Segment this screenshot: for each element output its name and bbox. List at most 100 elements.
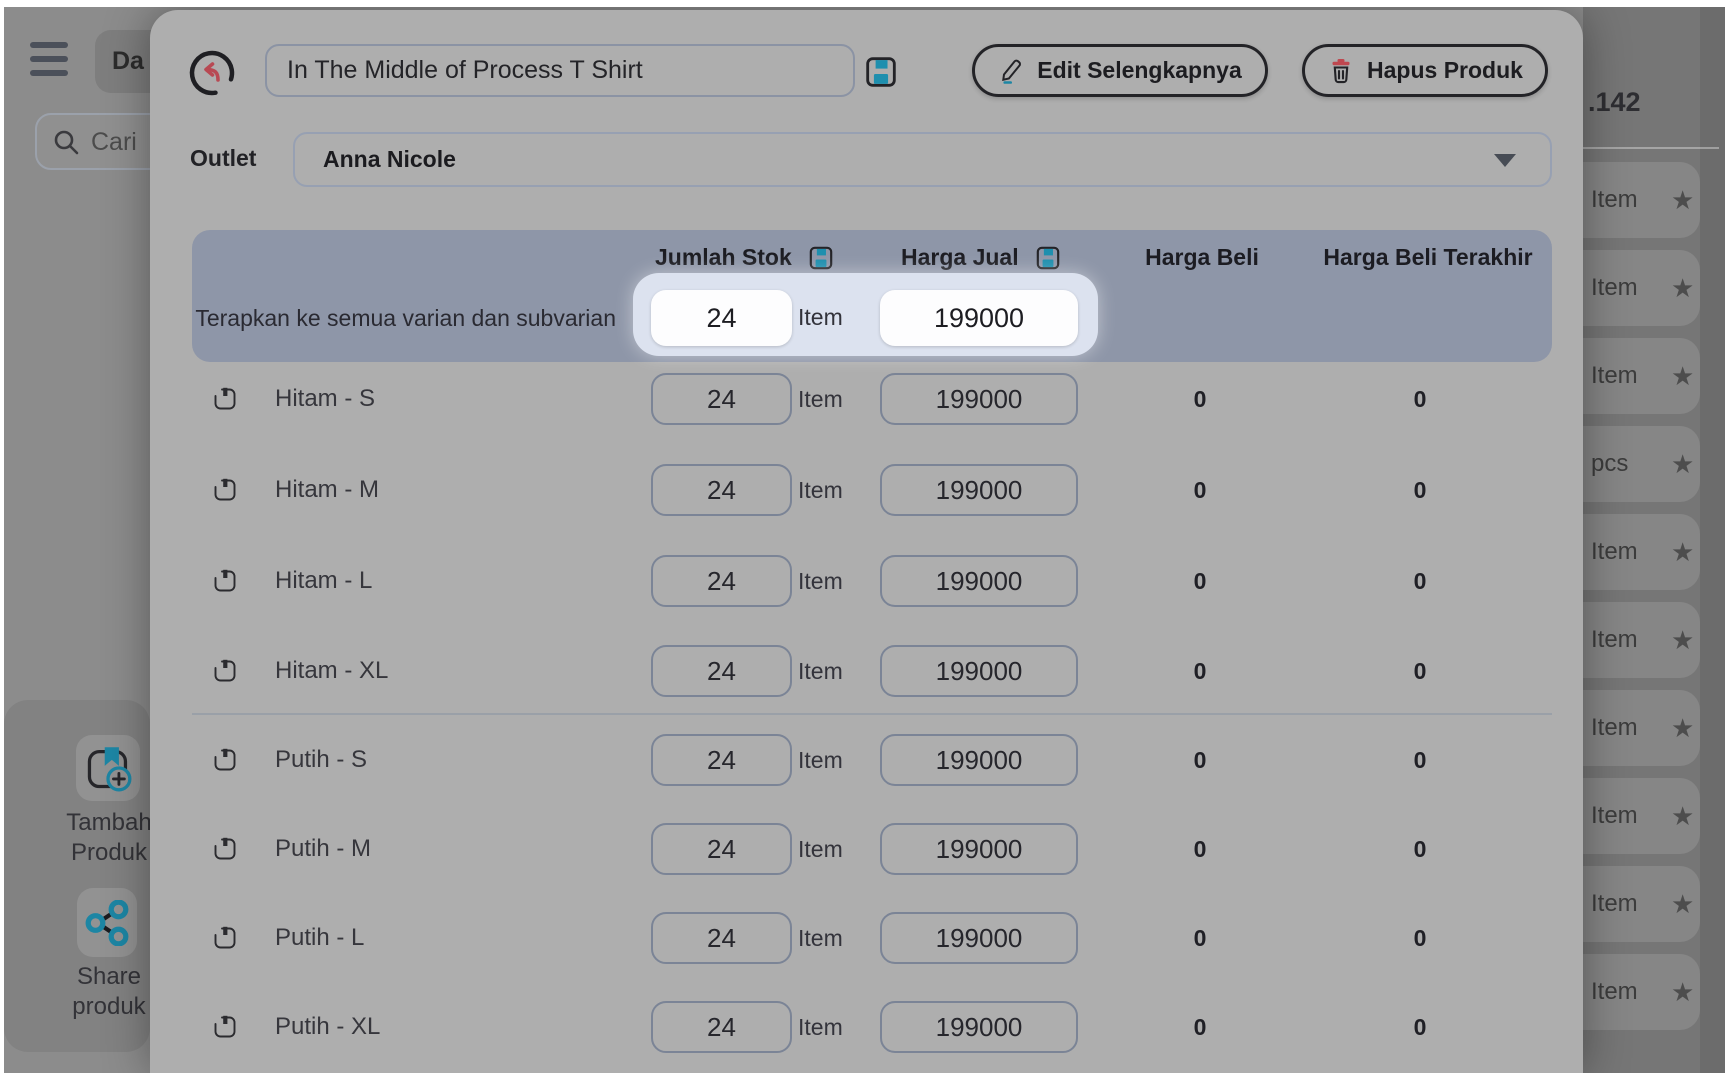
background-list-item[interactable]: Item ★ [1583, 778, 1700, 854]
variant-stock-input[interactable] [651, 823, 792, 875]
variant-buy-price: 0 [1100, 1014, 1300, 1041]
back-button[interactable] [186, 47, 238, 99]
hamburger-menu-icon[interactable] [30, 42, 68, 76]
background-list-item[interactable]: Item ★ [1583, 690, 1700, 766]
variant-stock-input[interactable] [651, 734, 792, 786]
variant-last-buy-price: 0 [1320, 747, 1520, 774]
background-list-item[interactable]: Item ★ [1583, 954, 1700, 1030]
save-product-name-button[interactable] [864, 55, 898, 89]
variant-name: Hitam - XL [275, 657, 388, 685]
variant-buy-price: 0 [1100, 925, 1300, 952]
share-product-button[interactable] [77, 888, 137, 957]
favorite-star-icon[interactable]: ★ [1671, 426, 1694, 502]
variant-price-input[interactable] [880, 555, 1078, 607]
add-product-box-icon [84, 744, 132, 792]
pencil-icon [998, 57, 1025, 84]
list-item-unit: Item [1591, 338, 1638, 414]
variant-last-buy-price: 0 [1320, 386, 1520, 413]
variant-stock-input[interactable] [651, 1001, 792, 1053]
favorite-star-icon[interactable]: ★ [1671, 954, 1694, 1030]
apply-all-stock-input[interactable] [651, 290, 792, 346]
variant-name: Hitam - S [275, 385, 375, 413]
list-item-unit: Item [1591, 954, 1638, 1030]
variant-last-buy-price: 0 [1320, 568, 1520, 595]
variant-price-input[interactable] [880, 1001, 1078, 1053]
variant-buy-price: 0 [1100, 747, 1300, 774]
favorite-star-icon[interactable]: ★ [1671, 690, 1694, 766]
variant-package-icon [212, 836, 238, 862]
app-screen: Da Tambah Produk [4, 7, 1725, 1073]
add-product-button[interactable] [76, 735, 140, 801]
product-name-input[interactable] [265, 44, 855, 97]
save-stock-icon[interactable] [808, 245, 834, 271]
variant-row: Hitam - L Item 0 0 [150, 555, 1583, 607]
apply-all-price-input[interactable] [880, 290, 1078, 346]
favorite-star-icon[interactable]: ★ [1671, 250, 1694, 326]
undo-circle-icon [186, 47, 238, 99]
variant-package-icon [212, 386, 238, 412]
column-header-stock: Jumlah Stok [655, 244, 834, 271]
variant-name: Putih - S [275, 746, 367, 774]
background-list-item[interactable]: pcs ★ [1583, 426, 1700, 502]
list-item-unit: pcs [1591, 426, 1628, 502]
variant-buy-price: 0 [1100, 386, 1300, 413]
variant-price-input[interactable] [880, 734, 1078, 786]
variant-last-buy-price: 0 [1320, 1014, 1520, 1041]
variant-price-input[interactable] [880, 464, 1078, 516]
background-list-item[interactable]: Item ★ [1583, 602, 1700, 678]
variant-unit-label: Item [798, 747, 843, 774]
variant-row: Hitam - XL Item 0 0 [150, 645, 1583, 697]
column-header-sell-price: Harga Jual [901, 244, 1061, 271]
variant-row: Putih - L Item 0 0 [150, 912, 1583, 964]
variant-buy-price: 0 [1100, 477, 1300, 504]
variant-stock-input[interactable] [651, 464, 792, 516]
background-list-item[interactable]: Item ★ [1583, 250, 1700, 326]
variant-stock-input[interactable] [651, 645, 792, 697]
favorite-star-icon[interactable]: ★ [1671, 162, 1694, 238]
list-item-unit: Item [1591, 866, 1638, 942]
favorite-star-icon[interactable]: ★ [1671, 778, 1694, 854]
variant-last-buy-price: 0 [1320, 925, 1520, 952]
trash-icon [1327, 57, 1355, 85]
edit-more-button[interactable]: Edit Selengkapnya [972, 44, 1268, 97]
favorite-star-icon[interactable]: ★ [1671, 602, 1694, 678]
variant-unit-label: Item [798, 658, 843, 685]
variant-row: Putih - XL Item 0 0 [150, 1001, 1583, 1053]
background-list-item[interactable]: Item ★ [1583, 514, 1700, 590]
background-list-item[interactable]: Item ★ [1583, 338, 1700, 414]
variant-buy-price: 0 [1100, 568, 1300, 595]
variant-package-icon [212, 477, 238, 503]
page-right-gutter [1700, 7, 1725, 1073]
variant-stock-input[interactable] [651, 373, 792, 425]
outlet-dropdown[interactable]: Anna Nicole [293, 132, 1552, 187]
search-box[interactable] [35, 113, 167, 170]
list-item-unit: Item [1591, 778, 1638, 854]
variant-name: Putih - M [275, 835, 371, 863]
variant-unit-label: Item [798, 836, 843, 863]
save-price-icon[interactable] [1035, 245, 1061, 271]
variant-price-input[interactable] [880, 912, 1078, 964]
variant-price-input[interactable] [880, 373, 1078, 425]
save-floppy-icon [864, 55, 898, 89]
variant-price-input[interactable] [880, 823, 1078, 875]
chevron-down-icon [1494, 154, 1516, 167]
background-product-list: .142 Item ★ Item ★ Item ★ pcs ★ Item ★ I… [1583, 7, 1725, 1073]
apply-all-unit-label: Item [798, 304, 843, 331]
variant-name: Putih - L [275, 924, 364, 952]
variant-package-icon [212, 747, 238, 773]
product-actions-card: Tambah Produk Share produk [4, 700, 150, 1052]
favorite-star-icon[interactable]: ★ [1671, 514, 1694, 590]
variant-stock-input[interactable] [651, 555, 792, 607]
variant-unit-label: Item [798, 1014, 843, 1041]
variant-stock-input[interactable] [651, 912, 792, 964]
search-icon [53, 129, 81, 157]
product-count: .142 [1588, 87, 1641, 118]
favorite-star-icon[interactable]: ★ [1671, 338, 1694, 414]
variant-unit-label: Item [798, 925, 843, 952]
background-list-item[interactable]: Item ★ [1583, 866, 1700, 942]
favorite-star-icon[interactable]: ★ [1671, 866, 1694, 942]
variant-price-input[interactable] [880, 645, 1078, 697]
background-list-item[interactable]: Item ★ [1583, 162, 1700, 238]
delete-product-button[interactable]: Hapus Produk [1302, 44, 1548, 97]
variant-name: Hitam - M [275, 476, 379, 504]
